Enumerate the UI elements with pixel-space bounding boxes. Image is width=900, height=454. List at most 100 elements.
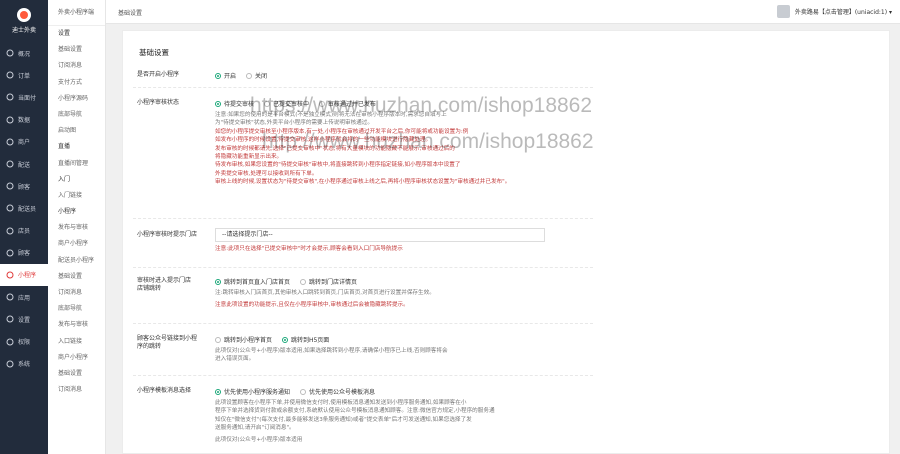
app-logo[interactable]: 迪士外卖: [0, 0, 48, 42]
sidebar-item-label: 系统: [18, 361, 31, 369]
sub-sidebar: 外卖小程序端 设置 基础设置 订阅消息 支付方式 小程序源码 底部导航 启动图 直播 直播间管理…: [48, 0, 106, 454]
sidebar-item-customer[interactable]: 顾客: [0, 175, 48, 197]
subnav-item[interactable]: 入门: [48, 172, 105, 188]
notice-radio-service[interactable]: 优先使用小程序服务通知: [215, 387, 290, 396]
sidebar-item-label: 概况: [18, 50, 31, 58]
sidebar-item-delivery[interactable]: 配送: [0, 153, 48, 175]
sidebar-item-label: 当面付: [18, 94, 37, 102]
notice-help: 此项设置顾客在小程序下单,并使用微信支付时,使用模板消息通知发送到小程序服务通知…: [215, 400, 495, 443]
public-radio-miniapp[interactable]: 跳转到小程序首页: [215, 335, 272, 344]
sidebar-item-permission[interactable]: 权限: [0, 330, 48, 352]
delivery-icon: [6, 160, 14, 168]
subnav-item[interactable]: 小程序源码: [48, 91, 105, 107]
store-icon: [6, 138, 14, 146]
sidebar-item-label: 应用: [18, 294, 31, 302]
notice-radio-template[interactable]: 优先使用公众号模板消息: [299, 387, 375, 396]
subnav-item[interactable]: 订阅消息: [48, 58, 105, 74]
main-sidebar: 迪士外卖 概况 订单 当面付 数据 商户 配送 顾客 配送员 店员 顾客 小程序 应用 设置 权限 系统: [0, 0, 48, 454]
avatar: [776, 5, 790, 18]
review-tips-label: 小程序审核时提示门店: [137, 231, 198, 238]
subnav-item[interactable]: 设置: [48, 26, 105, 42]
sidebar-item-overview[interactable]: 概况: [0, 42, 48, 64]
subnav-item[interactable]: 配送员小程序: [48, 253, 105, 269]
sidebar-item-label: 权限: [18, 339, 31, 347]
subnav-item[interactable]: 订阅消息: [48, 285, 105, 301]
status-radio-reviewing[interactable]: 已提交审核中: [263, 99, 309, 108]
status-radio-pending[interactable]: 待提交审核: [215, 99, 254, 108]
subnav-item[interactable]: 发布与审核: [48, 220, 105, 236]
subnav-item[interactable]: 底部导航: [48, 301, 105, 317]
subnav-item[interactable]: 启动图: [48, 123, 105, 139]
subnav-item[interactable]: 商户小程序: [48, 236, 105, 252]
sidebar-item-settings[interactable]: 设置: [0, 308, 48, 330]
sidebar-item-label: 顾客: [18, 183, 31, 191]
review-status-radios: 待提交审核 已提交审核中 审核通过并已发布: [215, 99, 384, 109]
sidebar-item-order[interactable]: 订单: [0, 64, 48, 86]
sidebar-item-label: 商户: [18, 139, 31, 147]
subnav-item[interactable]: 订阅消息: [48, 382, 105, 398]
subnav-item[interactable]: 底部导航: [48, 107, 105, 123]
review-entrance-radios: 跳转到首页直入门店首页 跳转到门店详情页: [215, 277, 365, 287]
sidebar-item-user[interactable]: 顾客: [0, 242, 48, 264]
top-bar: 基础设置 外卖路易【点击管理】(uniacid:1) ▾: [106, 0, 900, 24]
open-miniapp-radios: 开启 关闭: [215, 71, 275, 81]
sidebar-item-data[interactable]: 数据: [0, 109, 48, 131]
sidebar-item-courier[interactable]: 配送员: [0, 197, 48, 219]
clerk-icon: [6, 227, 14, 235]
public-account-radios: 跳转到小程序首页 跳转到H5页面: [215, 335, 337, 345]
subnav-item[interactable]: 直播间管理: [48, 156, 105, 172]
subnav-item[interactable]: 基础设置: [48, 42, 105, 58]
review-entrance-help: 注:跳转审核入门店首页,其他审核入口跳转到首页,门店首页,对首页进行设置并保存生…: [215, 290, 435, 309]
subnav-item[interactable]: 发布与审核: [48, 317, 105, 333]
sidebar-item-label: 数据: [18, 117, 31, 125]
review-tips-select[interactable]: --请选择提示门店--: [215, 228, 545, 242]
order-icon: [6, 71, 14, 79]
sidebar-item-label: 订单: [18, 72, 31, 80]
overview-icon: [6, 49, 14, 57]
entrance-radio-detail[interactable]: 跳转到门店详情页: [299, 277, 357, 286]
pay-icon: [6, 93, 14, 101]
status-radio-published[interactable]: 审核通过并已发布: [318, 99, 376, 108]
sidebar-item-label: 配送员: [18, 205, 37, 213]
user-icon: [6, 249, 14, 257]
subnav-item[interactable]: 支付方式: [48, 75, 105, 91]
notice-label: 小程序模板消息选择: [137, 387, 192, 394]
sidebar-item-miniapp[interactable]: 小程序: [0, 263, 48, 287]
page-title: 基础设置: [139, 48, 169, 57]
public-account-help: 此项仅对(公众号+小程序)版本适用,如果选择跳转到小程序,请确保小程序已上线,否…: [215, 348, 448, 363]
sidebar-item-clerk[interactable]: 店员: [0, 220, 48, 242]
user-menu-label: 外卖路易【点击管理】(uniacid:1) ▾: [794, 9, 892, 16]
sidebar-item-system[interactable]: 系统: [0, 353, 48, 375]
public-account-label: 顾客公众号链接到小程 序的跳转: [137, 335, 198, 350]
sidebar-item-store[interactable]: 商户: [0, 131, 48, 153]
sidebar-item-label: 配送: [18, 161, 31, 169]
subnav-item[interactable]: 基础设置: [48, 269, 105, 285]
settings-icon: [6, 315, 14, 323]
apps-icon: [6, 293, 14, 301]
system-icon: [6, 360, 14, 368]
subnav-item[interactable]: 入门链接: [48, 188, 105, 204]
subnav-item[interactable]: 商户小程序: [48, 350, 105, 366]
entrance-radio-home[interactable]: 跳转到首页直入门店首页: [215, 277, 290, 286]
public-radio-h5[interactable]: 跳转到H5页面: [281, 335, 329, 344]
subnav-item[interactable]: 入口链接: [48, 334, 105, 350]
subnav-item[interactable]: 基础设置: [48, 366, 105, 382]
settings-card: 基础设置 是否开启小程序 开启 关闭 小程序审核状态 待提交审核 已提交审核中 …: [122, 30, 890, 454]
open-radio-on[interactable]: 开启: [215, 71, 236, 80]
review-status-help: 注意:如果您的使用的是平台模式(不是独立模式)则将无法在审核小程序版本时,需求您…: [215, 112, 511, 186]
sidebar-item-apps[interactable]: 应用: [0, 286, 48, 308]
sidebar-item-label: 设置: [18, 316, 31, 324]
sidebar-item-pay[interactable]: 当面付: [0, 86, 48, 108]
logo-icon: [17, 8, 31, 22]
review-status-label: 小程序审核状态: [137, 99, 180, 106]
miniapp-icon: [6, 271, 14, 279]
review-tips-help: 注意:此项只在选择"已提交审核中"时才会提示,顾客会看到入口门店导航提示: [215, 246, 403, 252]
app-logo-text: 迪士外卖: [11, 27, 36, 34]
subnav-item[interactable]: 直播: [48, 139, 105, 155]
user-menu[interactable]: 外卖路易【点击管理】(uniacid:1) ▾: [776, 5, 892, 18]
permission-icon: [6, 338, 14, 346]
subnav-item[interactable]: 小程序: [48, 204, 105, 220]
open-radio-off[interactable]: 关闭: [245, 71, 267, 80]
notice-radios: 优先使用小程序服务通知 优先使用公众号模板消息: [215, 387, 383, 397]
data-icon: [6, 116, 14, 124]
